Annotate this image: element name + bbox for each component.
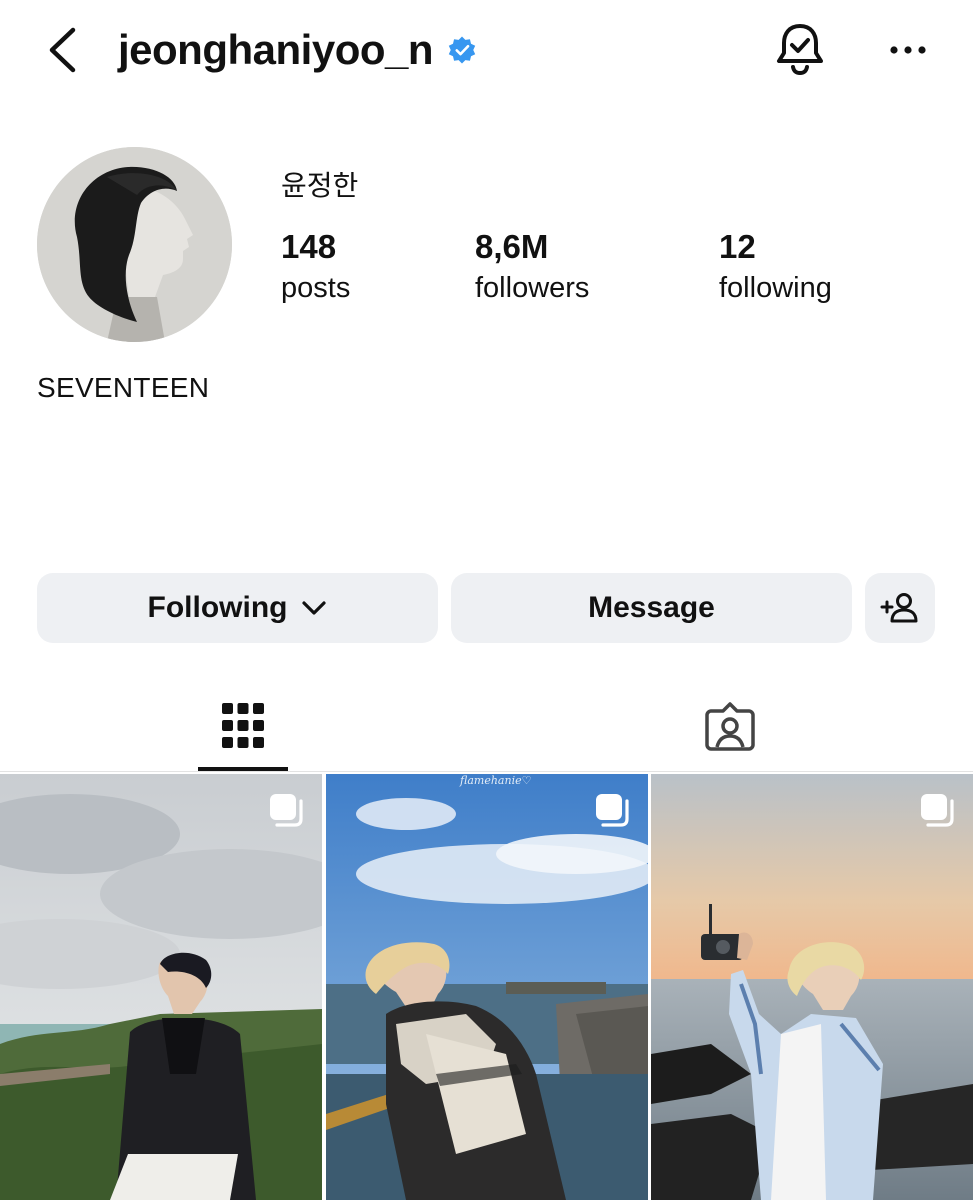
grid-icon (222, 703, 264, 748)
back-arrow-icon (49, 27, 76, 73)
followers-label: followers (475, 272, 590, 304)
carousel-icon (270, 794, 303, 827)
following-count[interactable]: 12 following (719, 228, 832, 305)
notification-bell-icon (777, 24, 823, 76)
verified-badge-icon (447, 35, 477, 65)
chevron-down-icon (302, 601, 327, 615)
post-image-cloudy-coast (0, 774, 322, 1200)
profile-header-title: jeonghaniyoo_n (118, 22, 477, 78)
tagged-icon (705, 702, 755, 751)
post-thumbnail[interactable] (0, 774, 322, 1200)
message-button-label: Message (588, 591, 715, 624)
post-image-sunset-camera (651, 774, 973, 1200)
carousel-icon (921, 794, 954, 827)
notifications-button[interactable] (772, 20, 828, 78)
profile-avatar[interactable] (37, 147, 232, 342)
post-watermark: flamehanie♡ (460, 774, 532, 787)
following-button[interactable]: Following (37, 573, 438, 643)
tabs-divider (0, 771, 973, 772)
tab-tagged[interactable] (690, 686, 770, 766)
following-button-label: Following (147, 591, 288, 624)
avatar-photo (37, 147, 232, 342)
posts-number: 148 (281, 228, 337, 265)
back-button[interactable] (40, 22, 88, 78)
following-label: following (719, 272, 832, 304)
message-button[interactable]: Message (451, 573, 852, 643)
more-options-icon (890, 46, 926, 54)
post-thumbnail[interactable]: flamehanie♡ (326, 774, 648, 1200)
more-options-button[interactable] (884, 30, 932, 70)
followers-count[interactable]: 8,6M followers (475, 228, 589, 305)
profile-bio: SEVENTEEN (37, 372, 210, 403)
profile-name: 윤정한 (281, 170, 359, 201)
posts-count[interactable]: 148 posts (281, 228, 350, 305)
carousel-icon (596, 794, 629, 827)
following-number: 12 (719, 228, 756, 265)
post-thumbnail[interactable] (651, 774, 973, 1200)
followers-number: 8,6M (475, 228, 549, 265)
post-image-seaside-pier (326, 774, 648, 1200)
suggested-users-button[interactable] (865, 573, 935, 643)
add-person-icon (880, 593, 918, 623)
username: jeonghaniyoo_n (118, 26, 434, 73)
tab-posts-grid[interactable] (198, 686, 288, 766)
posts-label: posts (281, 272, 351, 304)
